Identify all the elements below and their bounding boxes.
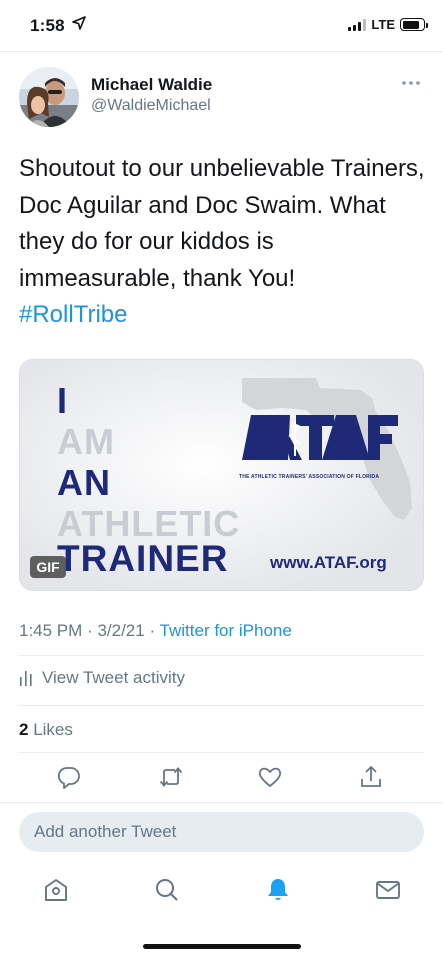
notifications-icon[interactable] bbox=[264, 876, 292, 904]
compose-placeholder: Add another Tweet bbox=[34, 822, 177, 841]
ataf-url: www.ATAF.org bbox=[270, 553, 387, 572]
tweet-text: Shoutout to our unbelievable Trainers, D… bbox=[19, 151, 429, 334]
tweet-body: Shoutout to our unbelievable Trainers, D… bbox=[19, 155, 425, 292]
view-activity-button[interactable]: View Tweet activity bbox=[19, 668, 185, 688]
share-icon[interactable] bbox=[358, 764, 384, 790]
home-indicator bbox=[143, 944, 301, 949]
add-another-tweet-input[interactable]: Add another Tweet bbox=[19, 812, 424, 852]
media-line-5: TRAINER bbox=[57, 538, 229, 579]
status-time: 1:58 bbox=[30, 16, 65, 35]
media-line-4: ATHLETIC bbox=[57, 503, 241, 544]
tweet-actions bbox=[0, 764, 443, 794]
retweet-icon[interactable] bbox=[158, 764, 184, 790]
analytics-icon bbox=[20, 671, 32, 686]
author-name[interactable]: Michael Waldie bbox=[91, 75, 212, 95]
divider bbox=[19, 705, 424, 706]
likes-count[interactable]: 2 Likes bbox=[19, 720, 73, 740]
messages-icon[interactable] bbox=[374, 876, 402, 904]
tweet-source-link[interactable]: Twitter for iPhone bbox=[160, 621, 292, 640]
location-arrow-icon bbox=[72, 16, 86, 30]
media-line-3: AN bbox=[57, 462, 111, 503]
tweet-meta: 1:45 PM · 3/2/21 · Twitter for iPhone bbox=[19, 621, 292, 641]
media-line-1: I bbox=[57, 380, 69, 421]
divider bbox=[19, 752, 424, 753]
signal-icon bbox=[348, 18, 367, 31]
meta-separator: · bbox=[87, 621, 93, 640]
status-indicators: LTE bbox=[348, 17, 428, 32]
author-handle[interactable]: @WaldieMichael bbox=[91, 97, 211, 115]
header-divider bbox=[0, 51, 443, 52]
media-line-2: AM bbox=[57, 421, 115, 462]
more-options-icon[interactable] bbox=[400, 76, 422, 90]
search-icon[interactable] bbox=[153, 876, 181, 904]
view-activity-label: View Tweet activity bbox=[42, 668, 185, 687]
tweet-media-gif[interactable]: I AM AN ATHLETIC TRAINER THE ATHLETIC TR… bbox=[19, 359, 424, 591]
ataf-subtitle: THE ATHLETIC TRAINERS' ASSOCIATION OF FL… bbox=[239, 474, 380, 480]
likes-label: Likes bbox=[33, 720, 73, 739]
tweet-date: 3/2/21 bbox=[97, 621, 145, 640]
divider bbox=[0, 802, 443, 803]
home-icon[interactable] bbox=[42, 876, 70, 904]
battery-icon bbox=[400, 18, 428, 31]
tweet-time: 1:45 PM bbox=[19, 621, 83, 640]
hashtag-link[interactable]: #RollTribe bbox=[19, 297, 429, 334]
meta-separator: · bbox=[149, 621, 156, 640]
like-icon[interactable] bbox=[257, 764, 283, 790]
likes-number: 2 bbox=[19, 720, 29, 739]
status-bar: 1:58 LTE bbox=[0, 0, 443, 52]
network-label: LTE bbox=[371, 17, 395, 32]
tab-bar bbox=[0, 872, 443, 912]
avatar[interactable] bbox=[19, 67, 79, 127]
divider bbox=[19, 655, 424, 656]
gif-badge: GIF bbox=[30, 556, 66, 578]
reply-icon[interactable] bbox=[56, 764, 82, 790]
